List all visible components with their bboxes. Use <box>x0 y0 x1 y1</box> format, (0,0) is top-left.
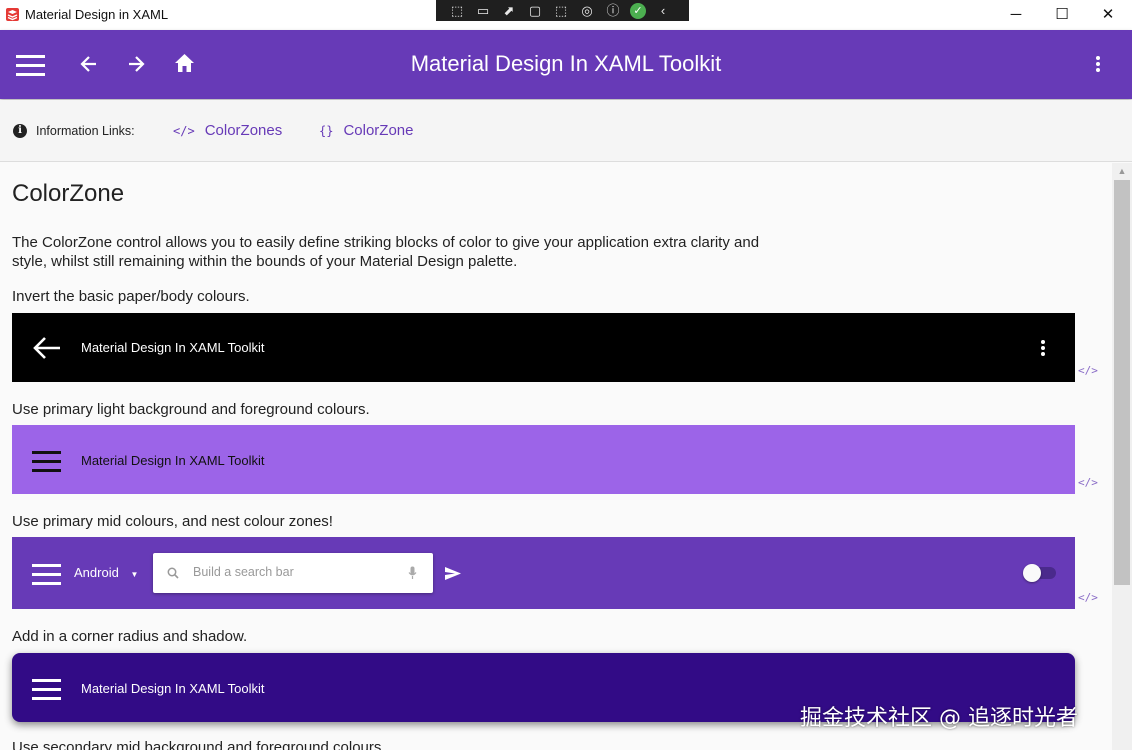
link-colorzones[interactable]: </> ColorZones <box>173 122 282 139</box>
menu-icon[interactable] <box>32 679 61 700</box>
search-icon <box>167 567 179 579</box>
more-vert-icon[interactable] <box>1039 338 1047 358</box>
search-bar[interactable]: Build a search bar <box>153 553 433 593</box>
check-icon[interactable]: ✓ <box>630 2 646 19</box>
vertical-scrollbar[interactable]: ▲ <box>1112 163 1132 750</box>
colorzone-primary-mid: Android ▼ Build a search bar <box>12 537 1075 609</box>
section-caption-secondary-mid: Use secondary mid background and foregro… <box>12 739 382 750</box>
microphone-icon[interactable] <box>408 566 417 580</box>
dropdown-value: Android <box>74 565 119 580</box>
view-code-link[interactable]: </> <box>1078 364 1098 377</box>
minimize-button[interactable]: ─ <box>993 0 1039 30</box>
intro-line-1: The ColorZone control allows you to easi… <box>12 234 760 251</box>
page-title: ColorZone <box>12 180 125 207</box>
more-vert-icon[interactable] <box>1094 54 1102 74</box>
colorzone-inverted: Material Design In XAML Toolkit <box>12 313 1075 382</box>
scroll-up-icon[interactable]: ▲ <box>1112 163 1132 180</box>
colorzone-primary-light: Material Design In XAML Toolkit <box>12 425 1075 494</box>
information-links-label: Information Links: <box>36 124 135 138</box>
intro-line-2: style, whilst still remaining within the… <box>12 253 518 270</box>
toggle-thumb <box>1023 564 1041 582</box>
link-colorzone-api[interactable]: {} ColorZone <box>319 122 414 139</box>
scroll-thumb[interactable] <box>1114 180 1130 585</box>
app-bar: Material Design In XAML Toolkit <box>0 30 1132 99</box>
section-caption-corner-radius: Add in a corner radius and shadow. <box>12 628 248 645</box>
code-icon: </> <box>173 124 195 138</box>
maximize-button[interactable]: ☐ <box>1039 0 1085 30</box>
app-title: Material Design In XAML Toolkit <box>410 51 722 76</box>
dropdown-arrow-icon: ▼ <box>130 570 139 579</box>
watermark-text: 掘金技术社区 @ 追逐时光者 <box>800 706 1078 731</box>
collapse-icon[interactable]: ‹ <box>654 0 672 21</box>
send-icon[interactable] <box>445 567 461 580</box>
search-input[interactable]: Build a search bar <box>193 565 294 579</box>
menu-icon[interactable] <box>32 451 61 472</box>
app-logo-icon <box>6 8 19 21</box>
info-icon: i <box>13 124 27 138</box>
zone-title: Material Design In XAML Toolkit <box>81 681 265 696</box>
select-element-icon[interactable]: ⬚ <box>448 0 466 21</box>
content-area: ColorZone The ColorZone control allows y… <box>0 163 1112 750</box>
menu-icon[interactable] <box>32 564 61 585</box>
section-caption-primary-light: Use primary light background and foregro… <box>12 401 370 418</box>
zone-title: Material Design In XAML Toolkit <box>81 340 265 355</box>
zone-title: Material Design In XAML Toolkit <box>81 453 265 468</box>
window-title: Material Design in XAML <box>25 7 169 22</box>
accessibility-icon[interactable]: ⓘ <box>604 0 622 21</box>
view-code-link[interactable]: </> <box>1078 591 1098 604</box>
video-icon[interactable]: ▭ <box>474 0 492 21</box>
link-label: ColorZones <box>204 122 283 139</box>
debug-toolbar: ⬚ ▭ ⬈ ▢ ⬚ ◎ ⓘ ✓ ‹ <box>436 0 689 21</box>
section-caption-primary-mid: Use primary mid colours, and nest colour… <box>12 513 333 530</box>
back-arrow-icon[interactable] <box>32 336 62 360</box>
information-links-bar: i Information Links: </> ColorZones {} Col… <box>0 100 1132 162</box>
braces-icon: {} <box>319 124 334 138</box>
track-focus-icon[interactable]: ⬚ <box>552 0 570 21</box>
view-code-link[interactable]: </> <box>1078 476 1098 489</box>
pointer-icon[interactable]: ⬈ <box>500 0 518 21</box>
link-label: ColorZone <box>343 122 414 139</box>
frame-icon[interactable]: ▢ <box>526 0 544 21</box>
section-caption-inverted: Invert the basic paper/body colours. <box>12 288 250 305</box>
close-button[interactable]: ✕ <box>1085 0 1131 30</box>
accessibility-check-icon[interactable]: ◎ <box>578 0 596 21</box>
window-titlebar: Material Design in XAML ⬚ ▭ ⬈ ▢ ⬚ ◎ ⓘ ✓ … <box>0 0 1132 30</box>
toggle-switch[interactable] <box>1023 564 1056 582</box>
platform-dropdown[interactable]: Android ▼ <box>74 565 138 580</box>
